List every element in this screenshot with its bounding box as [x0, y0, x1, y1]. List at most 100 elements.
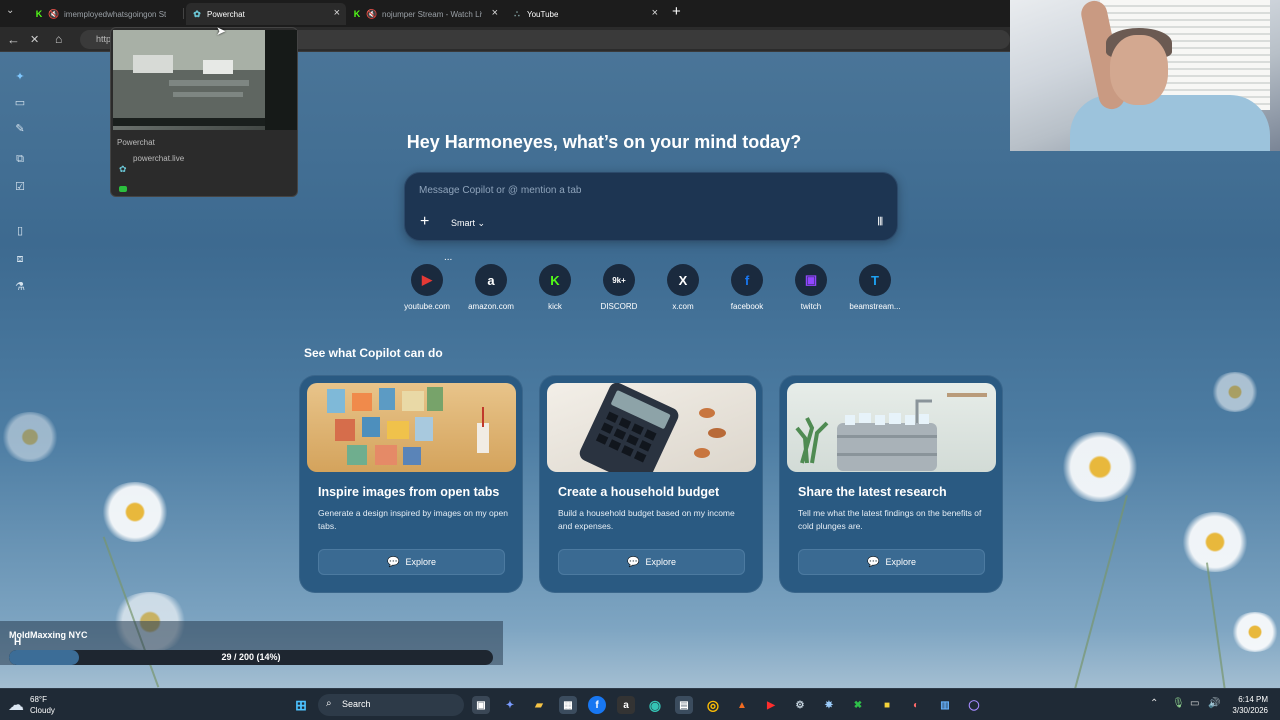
chat-bubble-icon: 💬 [867, 556, 880, 568]
shortcut-label: kick [548, 302, 562, 311]
shortcut-tile[interactable]: ▣ twitch [776, 264, 846, 311]
shortcut-tile[interactable]: Kkick [520, 264, 590, 311]
suggestion-card-inspire[interactable]: Inspire images from open tabs Generate a… [299, 375, 523, 593]
cloud-icon: ☁ [8, 697, 24, 714]
shortcut-tile[interactable]: Tbeamstream... [840, 264, 910, 311]
labs-flask-icon[interactable]: ⚗ [13, 280, 27, 294]
shortcut-tile[interactable]: 9k+ DISCORD [584, 264, 654, 311]
mode-selector[interactable]: Smart ⌄ [451, 218, 485, 229]
sidebar-panel-icon[interactable]: ▭ [13, 96, 27, 110]
app-snowflake-icon[interactable]: ✵ [820, 696, 838, 714]
microsoft-store-icon[interactable]: ▦ [559, 696, 577, 714]
kick-icon: K [35, 9, 43, 19]
ice-bath-illustration [787, 383, 996, 472]
tab-powerchat[interactable]: ✿ Powerchat × [186, 3, 346, 25]
explore-button[interactable]: 💬 Explore [318, 549, 505, 575]
muted-speaker-icon[interactable]: 🔇 [366, 9, 377, 19]
tab-nojumper[interactable]: K 🔇 nojumper Stream - Watch Liv × [346, 3, 504, 25]
search-icon: ⌕ [326, 698, 332, 709]
circle-app-icon[interactable]: ◯ [965, 696, 983, 714]
tab-hover-preview[interactable]: Powerchat powerchat.live ✿ [110, 27, 298, 197]
home-icon[interactable]: ⌂ [55, 32, 62, 46]
stream-goal-text: 29 / 200 (14%) [221, 652, 281, 662]
chrome-icon[interactable]: ◎ [704, 696, 722, 714]
calculator-icon[interactable]: ▤ [675, 696, 693, 714]
windows-start-icon[interactable]: ⊞ [292, 696, 310, 714]
tab-youtube[interactable]: ∴ YouTube × [506, 3, 664, 25]
weather-widget[interactable]: ☁ 68°F Cloudy [8, 694, 55, 716]
suggestion-card-budget[interactable]: Create a household budget Build a househ… [539, 375, 763, 593]
tray-chevron-up-icon[interactable]: ⌃ [1150, 698, 1158, 709]
shortcut-tile[interactable]: a amazon.com [456, 264, 526, 311]
sticky-notes-icon[interactable]: ■ [878, 696, 896, 714]
shortcut-favicon-icon: a [475, 264, 507, 296]
voice-waveform-icon[interactable]: 𝄃𝄃 [878, 216, 883, 229]
tab-imemployed[interactable]: K 🔇 imemployedwhatsgoingon St [28, 3, 180, 25]
shortcut-favicon-icon: f [731, 264, 763, 296]
edge-browser-icon[interactable]: ◉ [646, 696, 664, 714]
close-icon[interactable]: × [334, 7, 340, 19]
suggestion-card-research[interactable]: Share the latest research Tell me what t… [779, 375, 1003, 593]
stop-loading-icon[interactable]: ✕ [30, 33, 39, 46]
copilot-composer[interactable]: Message Copilot or @ mention a tab + Sma… [404, 172, 898, 241]
copilot-icon[interactable]: ✦ [13, 70, 27, 84]
tasks-icon[interactable]: ☑ [13, 180, 27, 194]
add-attachment-plus-icon[interactable]: + [420, 213, 429, 231]
task-view-icon[interactable]: ▣ [472, 696, 490, 714]
shortcut-tile[interactable]: f facebook [712, 264, 782, 311]
loading-icon: ∴ [514, 8, 520, 19]
message-input[interactable]: Message Copilot or @ mention a tab [419, 185, 581, 196]
system-clock[interactable]: 6:14 PM 3/30/2026 [1222, 694, 1268, 716]
more-shortcuts-dots[interactable]: ... [444, 252, 452, 263]
taskbar-search[interactable]: ⌕ Search [318, 694, 464, 716]
shortcut-label: facebook [730, 302, 764, 311]
shortcut-tile[interactable]: ▶ youtube.com [392, 264, 462, 311]
file-explorer-icon[interactable]: ▰ [530, 696, 548, 714]
windows-taskbar: ☁ 68°F Cloudy ⊞ ⌕ Search ▣ ✦ ▰ ▦ f a ◉ ▤… [0, 688, 1280, 720]
chat-bubble-icon: 💬 [387, 556, 400, 568]
shortcut-tile[interactable]: Xx.com [648, 264, 718, 311]
shortcut-favicon-icon: ▶ [411, 264, 443, 296]
window-app-icon[interactable]: ▥ [936, 696, 954, 714]
network-icon[interactable]: ▭ [1190, 698, 1199, 709]
app-a-icon[interactable]: ▲ [733, 696, 751, 714]
explore-button[interactable]: 💬 Explore [798, 549, 985, 575]
powerchat-icon: ✿ [193, 8, 201, 19]
powerchat-icon: ✿ [119, 164, 127, 174]
copilot-app-icon[interactable]: ✦ [501, 696, 519, 714]
obs-icon[interactable]: ◐ [907, 696, 925, 714]
streamer-face [1110, 35, 1168, 105]
explore-label: Explore [645, 557, 676, 567]
volume-icon[interactable]: 🔊 [1208, 698, 1220, 709]
close-icon[interactable]: × [492, 7, 498, 19]
flower-decoration [1210, 372, 1260, 412]
stream-goal-track: 29 / 200 (14%) [9, 650, 493, 665]
muted-speaker-icon[interactable]: 🔇 [48, 9, 59, 19]
chevron-down-icon: ⌄ [477, 218, 486, 228]
youtube-app-icon[interactable]: ▶ [762, 696, 780, 714]
collections-icon[interactable]: ⧉ [13, 152, 27, 166]
screenshot-icon[interactable]: ⧈ [13, 252, 27, 266]
explore-button[interactable]: 💬 Explore [558, 549, 745, 575]
weather-condition: Cloudy [30, 706, 55, 715]
tab-list-chevron-icon[interactable]: ⌄ [6, 5, 14, 16]
flower-decoration [1060, 432, 1140, 502]
new-tab-plus-icon[interactable]: + [672, 3, 681, 20]
facebook-icon[interactable]: f [588, 696, 606, 714]
clock-time: 6:14 PM [1238, 695, 1268, 704]
tab-title: Powerchat [207, 9, 245, 19]
explore-label: Explore [405, 557, 436, 567]
card-description: Build a household budget based on my inc… [558, 508, 735, 531]
card-description: Tell me what the latest findings on the … [798, 508, 982, 531]
back-arrow-icon[interactable]: ← [7, 32, 20, 47]
explore-label: Explore [885, 557, 916, 567]
microphone-icon[interactable]: 🎙 [1172, 698, 1185, 709]
chat-bubble-icon: 💬 [627, 556, 640, 568]
steam-icon[interactable]: ⚙ [791, 696, 809, 714]
close-icon[interactable]: × [652, 7, 658, 19]
amazon-icon[interactable]: a [617, 696, 635, 714]
clipboard-icon[interactable]: ▯ [13, 224, 27, 238]
kick-icon: K [353, 9, 361, 19]
xbox-icon[interactable]: ✖ [849, 696, 867, 714]
weather-temp: 68°F [30, 695, 47, 704]
